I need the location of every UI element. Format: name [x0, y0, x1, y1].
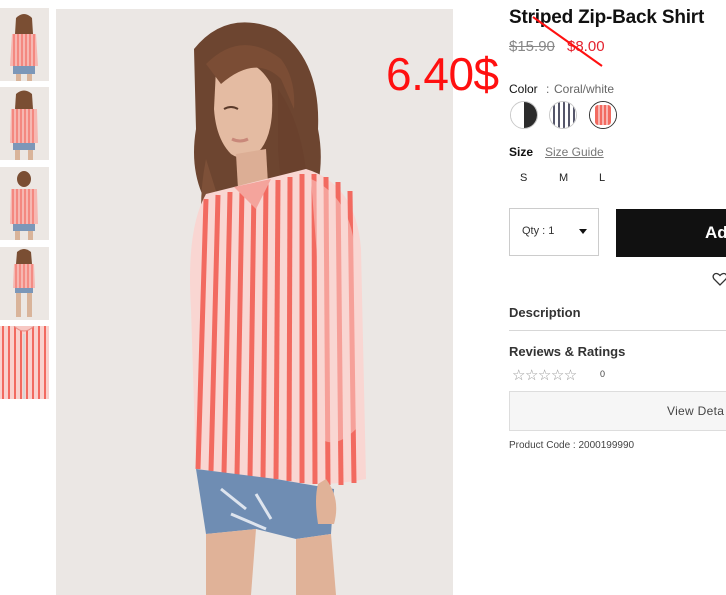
size-guide-link[interactable]: Size Guide [545, 145, 604, 159]
add-to-bag-button[interactable]: Ad [616, 209, 726, 257]
reviews-ratings-heading: Reviews & Ratings [509, 344, 626, 359]
swatch-coral-white-icon [590, 102, 616, 128]
quantity-value: Qty : 1 [522, 225, 555, 237]
swatch-black-white-icon [511, 102, 537, 128]
thumbnail-5[interactable] [0, 326, 49, 399]
rating-count: 0 [600, 369, 606, 379]
thumbnail-2[interactable] [0, 87, 49, 160]
size-option-m[interactable]: M [559, 172, 568, 184]
thumbnail-4[interactable] [0, 247, 49, 320]
size-option-l[interactable]: L [599, 172, 605, 184]
product-code: Product Code : 2000199990 [509, 440, 635, 451]
swatch-coral-white[interactable] [589, 101, 617, 129]
quantity-select[interactable]: Qty : 1 [509, 208, 599, 256]
thumbnail-3[interactable] [0, 167, 49, 240]
swatch-black-white[interactable] [510, 101, 538, 129]
handwritten-price-annotation: 6.40$ [386, 48, 499, 100]
size-option-s[interactable]: S [520, 172, 527, 184]
color-value: Coral/white [554, 82, 615, 96]
thumbnail-1[interactable] [0, 8, 49, 81]
view-details-button[interactable]: View Deta [509, 391, 726, 431]
color-label: Color [509, 82, 538, 96]
star-rating-icons: ☆☆☆☆☆ [512, 367, 577, 384]
size-label: Size [509, 145, 534, 159]
heart-icon[interactable] [712, 271, 726, 287]
description-toggle[interactable]: Description [509, 305, 581, 320]
divider [509, 330, 726, 331]
swatch-navy-stripe-icon [550, 102, 576, 128]
hand-drawn-strike-line [532, 16, 603, 67]
color-separator: : [546, 82, 550, 96]
chevron-down-icon [579, 229, 587, 234]
swatch-navy-stripe[interactable] [549, 101, 577, 129]
